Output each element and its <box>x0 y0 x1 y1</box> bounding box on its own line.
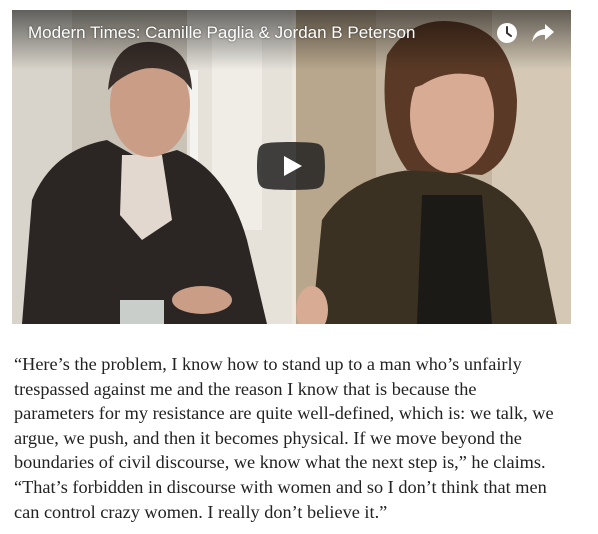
quote-line: “Here’s the problem, I know how to stand… <box>14 354 522 374</box>
play-button[interactable] <box>257 142 325 190</box>
video-title[interactable]: Modern Times: Camille Paglia & Jordan B … <box>28 23 415 43</box>
quote-line: parameters for my resistance are quite w… <box>14 403 554 424</box>
quote-line: argue, we push, and then it becomes phys… <box>14 427 522 448</box>
quote-line: “That’s forbidden in discourse with wome… <box>14 476 547 497</box>
video-player[interactable]: Modern Times: Camille Paglia & Jordan B … <box>12 10 571 324</box>
quote-line: boundaries of civil discourse, we know w… <box>14 452 546 473</box>
quote-line: can control crazy women. I really don’t … <box>14 501 388 522</box>
share-arrow-icon[interactable] <box>531 22 555 44</box>
quote-line: trespassed against me and the reason I k… <box>14 378 477 399</box>
clock-icon[interactable] <box>496 22 518 44</box>
article-quote: “Here’s the problem, I know how to stand… <box>14 352 594 524</box>
